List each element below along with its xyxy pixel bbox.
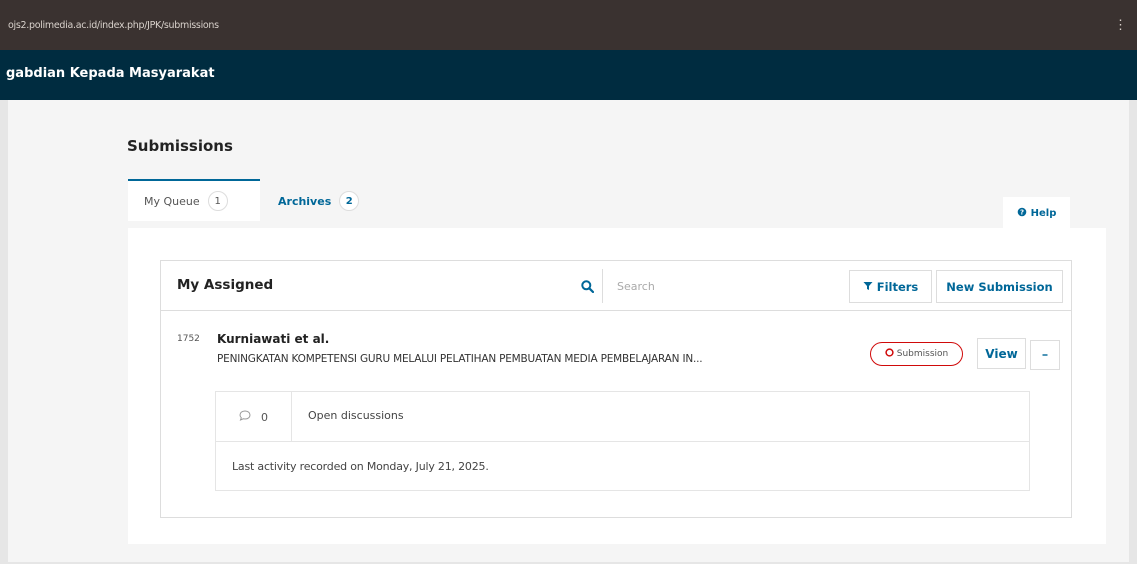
discussions-count: 0 (261, 410, 268, 424)
discussions-count-cell: 0 (216, 392, 292, 442)
stage-badge: Submission (870, 342, 963, 366)
tab-my-queue[interactable]: My Queue 1 (128, 179, 260, 221)
filters-button[interactable]: Filters (849, 270, 932, 303)
tab-archives-label: Archives (278, 194, 332, 208)
help-button[interactable]: ? Help (1003, 197, 1070, 229)
stage-status-icon (885, 348, 894, 360)
new-submission-button[interactable]: New Submission (936, 270, 1063, 303)
search-input[interactable] (602, 269, 844, 303)
comment-icon (239, 410, 251, 424)
help-label: Help (1030, 207, 1057, 219)
discussions-row[interactable]: 0 Open discussions (216, 392, 1029, 442)
submission-details: 0 Open discussions Last activity recorde… (215, 391, 1030, 491)
url-text[interactable]: ojs2.polimedia.ac.id/index.php/JPK/submi… (8, 20, 219, 31)
help-circle-icon: ? (1017, 207, 1027, 220)
browser-menu-icon[interactable]: ⋮ (1114, 17, 1127, 33)
tab-my-queue-count: 1 (207, 191, 228, 211)
site-header: gabdian Kepada Masyarakat (0, 50, 1137, 100)
chevron-down-icon (1041, 348, 1049, 362)
browser-address-bar[interactable]: ojs2.polimedia.ac.id/index.php/JPK/submi… (0, 0, 1137, 50)
expand-toggle-button[interactable] (1030, 340, 1060, 370)
svg-text:?: ? (1020, 208, 1024, 216)
stage-label: Submission (896, 349, 949, 359)
list-header: My Assigned Filters New Submission (161, 261, 1071, 311)
submission-author[interactable]: Kurniawati et al. (217, 332, 329, 346)
page-title: Submissions (127, 137, 233, 155)
site-name[interactable]: gabdian Kepada Masyarakat (6, 66, 215, 81)
list-title: My Assigned (177, 277, 274, 293)
last-activity-text: Last activity recorded on Monday, July 2… (232, 460, 489, 473)
submission-id: 1752 (177, 334, 200, 344)
filter-icon (863, 280, 873, 294)
discussions-label: Open discussions (308, 409, 404, 422)
view-button[interactable]: View (977, 338, 1026, 369)
submission-title[interactable]: PENINGKATAN KOMPETENSI GURU MELALUI PELA… (217, 353, 857, 365)
tab-my-queue-label: My Queue (144, 194, 200, 208)
tab-archives-count: 2 (339, 191, 360, 211)
submissions-list-panel: My Assigned Filters New Submission 1752 … (160, 260, 1072, 518)
filters-label: Filters (876, 279, 919, 294)
search-icon[interactable] (574, 273, 600, 299)
tab-archives[interactable]: Archives 2 (262, 180, 372, 222)
